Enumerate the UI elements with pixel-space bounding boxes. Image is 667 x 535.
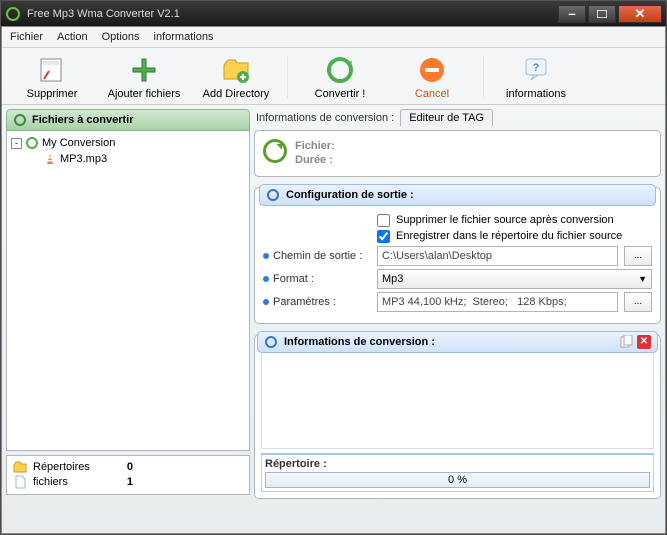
menu-options[interactable]: Options — [102, 31, 140, 43]
file-info-box: Fichier: Durée : — [254, 130, 661, 177]
tree-root-label: My Conversion — [42, 137, 115, 149]
browse-path-button[interactable]: ... — [624, 246, 652, 266]
window-title: Free Mp3 Wma Converter V2.1 — [27, 8, 558, 20]
menu-fichier[interactable]: Fichier — [10, 31, 43, 43]
convert-label: Convertir ! — [315, 88, 366, 100]
tree-root[interactable]: - My Conversion — [11, 135, 245, 151]
svg-text:?: ? — [533, 62, 540, 74]
fichiers-label: fichiers — [33, 476, 68, 488]
output-path-label: Chemin de sortie : — [263, 250, 371, 262]
progress-value: 0 % — [448, 474, 467, 486]
file-info-duree: Durée : — [295, 153, 335, 167]
info-label: informations — [506, 88, 566, 100]
same-folder-label: Enregistrer dans le répertoire du fichie… — [396, 230, 622, 242]
repertoires-value: 0 — [127, 461, 133, 473]
cancel-button[interactable]: Cancel — [388, 52, 476, 102]
repertoires-label: Répertoires — [33, 461, 90, 473]
cancel-icon — [416, 54, 448, 86]
menu-action[interactable]: Action — [57, 31, 88, 43]
app-icon — [5, 6, 21, 22]
close-panel-icon[interactable]: ✕ — [637, 335, 651, 349]
info-button[interactable]: ? informations — [492, 52, 580, 102]
tab-info-label: Informations de conversion : — [256, 112, 394, 124]
tree-file-item[interactable]: MP3.mp3 — [43, 151, 245, 167]
files-panel-header: Fichiers à convertir — [6, 109, 250, 131]
add-directory-label: Add Directory — [203, 88, 270, 100]
copy-icon[interactable] — [619, 335, 633, 349]
params-input[interactable] — [377, 292, 618, 312]
refresh-icon — [263, 139, 287, 163]
tab-tag-editor[interactable]: Editeur de TAG — [400, 109, 493, 126]
toolbar-separator-2 — [483, 56, 485, 98]
tree-file-label: MP3.mp3 — [60, 153, 107, 165]
toolbar-separator — [287, 56, 289, 98]
format-value: Mp3 — [382, 273, 403, 285]
close-button[interactable]: ✕ — [618, 5, 662, 23]
format-combobox[interactable]: Mp3 ▼ — [377, 269, 652, 289]
menubar: Fichier Action Options informations — [2, 27, 665, 48]
folder-icon — [13, 461, 27, 473]
file-icon — [13, 475, 27, 489]
fichiers-value: 1 — [127, 476, 133, 488]
output-path-input[interactable] — [377, 246, 618, 266]
delete-label: Supprimer — [27, 88, 78, 100]
delete-source-checkbox[interactable] — [377, 214, 390, 227]
conversion-info-title: Informations de conversion : — [284, 336, 435, 348]
same-folder-checkbox[interactable] — [377, 230, 390, 243]
question-icon: ? — [520, 54, 552, 86]
add-directory-button[interactable]: Add Directory — [192, 52, 280, 102]
chevron-down-icon: ▼ — [638, 274, 647, 284]
folder-plus-icon — [220, 54, 252, 86]
menu-informations[interactable]: informations — [154, 31, 214, 43]
left-panel: Fichiers à convertir - My Conversion MP3… — [6, 109, 250, 517]
params-label: Paramètres : — [263, 296, 371, 308]
delete-button[interactable]: Supprimer — [8, 52, 96, 102]
delete-icon — [36, 54, 68, 86]
gear-header-icon — [266, 188, 280, 202]
output-config-box: Configuration de sortie : Supprimer le f… — [254, 187, 661, 324]
delete-source-label: Supprimer le fichier source après conver… — [396, 214, 614, 226]
add-files-button[interactable]: Ajouter fichiers — [100, 52, 188, 102]
info-header-icon — [264, 335, 278, 349]
conversion-info-header: Informations de conversion : ✕ — [257, 331, 658, 353]
progress-bar: 0 % — [265, 472, 650, 488]
convert-button[interactable]: Convertir ! — [296, 52, 384, 102]
file-info-fichier: Fichier: — [295, 139, 335, 153]
files-header-label: Fichiers à convertir — [32, 114, 134, 126]
params-settings-button[interactable]: ... — [624, 292, 652, 312]
output-config-title: Configuration de sortie : — [286, 189, 414, 201]
tabs-row: Informations de conversion : Editeur de … — [254, 109, 661, 126]
output-config-header: Configuration de sortie : — [259, 184, 656, 206]
minimize-button[interactable]: – — [558, 5, 586, 23]
maximize-button[interactable] — [588, 5, 616, 23]
add-files-label: Ajouter fichiers — [108, 88, 181, 100]
cancel-label: Cancel — [415, 88, 449, 100]
progress-section: Répertoire : 0 % — [261, 453, 654, 492]
right-panel: Informations de conversion : Editeur de … — [254, 109, 661, 517]
toolbar: Supprimer Ajouter fichiers Add Directory… — [2, 48, 665, 105]
file-tree[interactable]: - My Conversion MP3.mp3 — [6, 131, 250, 451]
conversion-info-box: Informations de conversion : ✕ Répertoir… — [254, 334, 661, 499]
convert-icon — [324, 54, 356, 86]
format-label: Format : — [263, 273, 371, 285]
vlc-cone-icon — [43, 152, 57, 166]
files-header-icon — [13, 113, 27, 127]
convert-node-icon — [25, 136, 39, 150]
counts-panel: Répertoires 0 fichiers 1 — [6, 455, 250, 495]
repertoire-label: Répertoire : — [265, 458, 650, 470]
plus-icon — [128, 54, 160, 86]
conversion-log — [261, 353, 654, 449]
tree-collapse-icon[interactable]: - — [11, 138, 22, 149]
titlebar: Free Mp3 Wma Converter V2.1 – ✕ — [0, 0, 667, 26]
